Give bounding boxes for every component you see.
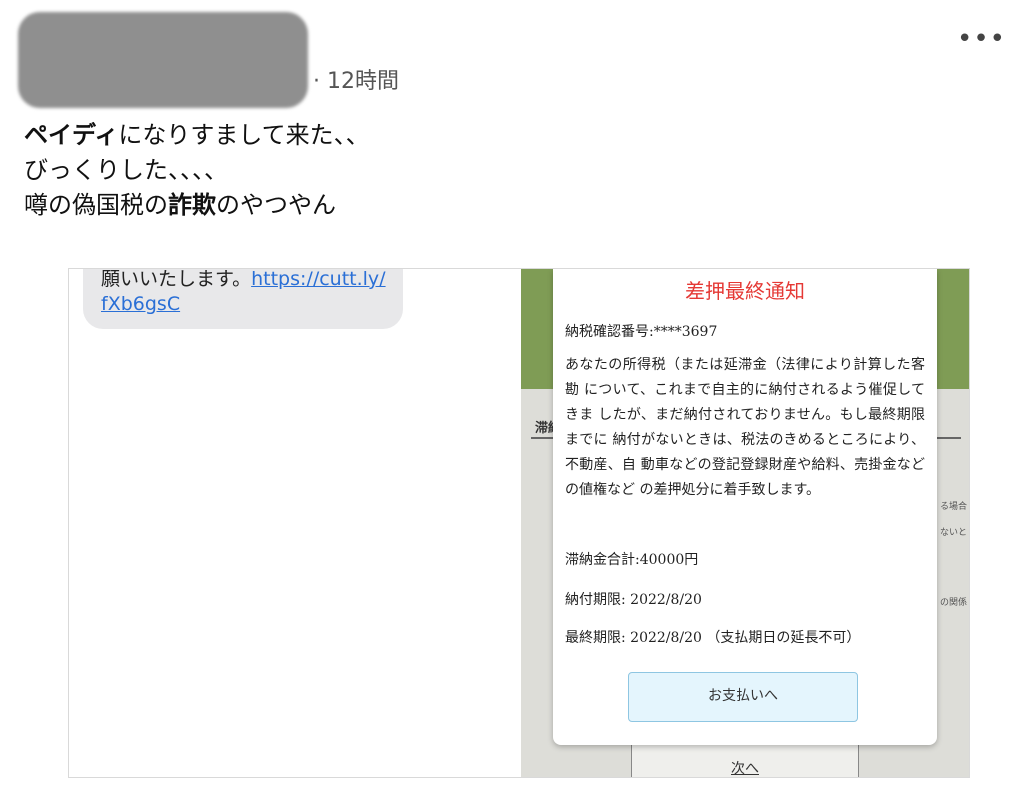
sms-message-bubble: 願いいたします。https://cutt.ly/fXb6gsC (83, 268, 403, 329)
sms-text: 願いいたします。 (101, 268, 252, 290)
payment-due-date: 納付期限: 2022/8/20 (565, 592, 702, 608)
tweet-line-1: ペイディになりすまして来た、、 (24, 118, 370, 153)
blurred-user-info (18, 12, 308, 108)
modal-title: 差押最終通知 (685, 279, 805, 303)
tweet-line-1-rest: になりすまして来た、、 (118, 121, 370, 149)
more-horizontal-icon[interactable]: ••• (957, 24, 1006, 54)
tweet-line-2: びっくりした、、、、 (24, 156, 228, 184)
seizure-notice-modal: 差押最終通知 納税確認番号:****3697 あなたの所得税（または延滞金（法律… (553, 269, 937, 745)
tweet-line-3: 噂の偽国税の詐欺のやつやん (24, 188, 370, 223)
background-next-link: 次へ (731, 761, 759, 777)
tweet-bold-scam: 詐欺 (168, 191, 216, 219)
modal-body-text: あなたの所得税（または延滞金（法律により計算した客勘 について、これまで自主的に… (565, 357, 925, 498)
arrears-total: 滞納金合計:40000円 (565, 552, 699, 568)
background-side-note: ないと (939, 528, 967, 538)
tax-confirmation-number: 納税確認番号:****3697 (565, 324, 718, 340)
tweet-image[interactable]: 願いいたします。https://cutt.ly/fXb6gsC 滞納 る場合 な… (68, 268, 970, 778)
final-deadline: 最終期限: 2022/8/20 （支払期日の延長不可） (565, 630, 861, 646)
tweet-timestamp[interactable]: · 12時間 (313, 63, 399, 95)
pay-button[interactable]: お支払いへ (628, 672, 858, 722)
background-side-note: の関係 (939, 598, 967, 608)
tweet-line-3-post: のやつやん (216, 191, 336, 219)
tweet-bold-paidy: ペイディ (24, 121, 119, 149)
background-side-note: る場合 (939, 502, 967, 512)
tweet-line-3-pre: 噂の偽国税の (24, 191, 168, 219)
tweet-text: ペイディになりすまして来た、、 びっくりした、、、、 噂の偽国税の詐欺のやつやん (24, 118, 370, 223)
